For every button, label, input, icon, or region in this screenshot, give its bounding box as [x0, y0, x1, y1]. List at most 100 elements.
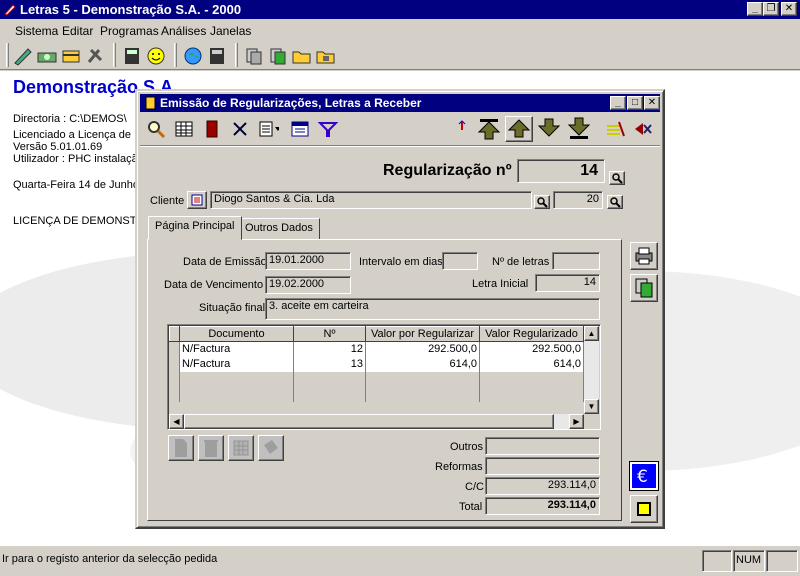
table-icon[interactable]: [173, 118, 195, 140]
yellow-square-button[interactable]: [630, 495, 658, 523]
globe-icon[interactable]: [182, 45, 204, 67]
menu-analises[interactable]: Análises: [161, 24, 206, 38]
euro-icon: €: [637, 467, 648, 487]
calendar-icon[interactable]: [289, 118, 311, 140]
cell-documento[interactable]: N/Factura: [179, 341, 294, 357]
status-bar: Ir para o registo anterior da selecção p…: [0, 548, 800, 576]
cliente-number-lookup-button[interactable]: [607, 195, 623, 209]
grid-select-button[interactable]: [228, 435, 254, 461]
menu-programas[interactable]: Programas: [100, 24, 159, 38]
previous-record-button[interactable]: [505, 116, 533, 142]
scroll-up-arrow-icon[interactable]: ▲: [584, 326, 599, 341]
last-record-icon: [567, 117, 591, 139]
delete-line-button[interactable]: [198, 435, 224, 461]
intervalo-label: Intervalo em dias: [359, 256, 443, 268]
column-valor-regularizado[interactable]: Valor Regularizado: [479, 326, 584, 342]
letra-inicial-label: Letra Inicial: [472, 278, 529, 290]
regularizacao-lookup-button[interactable]: [609, 171, 625, 185]
delete-icon[interactable]: [229, 118, 251, 140]
cliente-name-lookup-button[interactable]: [534, 195, 550, 209]
stripes-icon[interactable]: [604, 118, 626, 140]
pen-tool-icon[interactable]: [12, 45, 34, 67]
dialog-minimize-button[interactable]: _: [610, 96, 626, 110]
folder-open-icon[interactable]: [291, 45, 313, 67]
euro-button[interactable]: €: [629, 461, 659, 491]
dialog-title: Emissão de Regularizações, Letras a Rece…: [160, 96, 422, 110]
dialog-close-button[interactable]: ✕: [644, 96, 660, 110]
status-message: Ir para o registo anterior da selecção p…: [2, 553, 218, 565]
table-row[interactable]: N/Factura 13 614,0 614,0: [169, 356, 584, 372]
regularizacao-number-field[interactable]: 14: [517, 159, 605, 183]
restore-button[interactable]: ❐: [763, 2, 779, 16]
num-letras-field[interactable]: [552, 252, 600, 270]
smiley-icon[interactable]: [145, 45, 167, 67]
horizontal-scrollbar[interactable]: ◀ ▶: [169, 414, 584, 429]
scroll-left-arrow-icon[interactable]: ◀: [169, 414, 184, 429]
data-vencimento-field[interactable]: 19.02.2000: [265, 276, 351, 294]
cliente-list-button[interactable]: [187, 191, 207, 209]
cell-valor-regularizado[interactable]: 614,0: [479, 356, 584, 372]
filter-icon[interactable]: [317, 118, 339, 140]
tab-outros-dados[interactable]: Outros Dados: [238, 218, 320, 240]
trash-icon: [204, 440, 218, 457]
cliente-name-field[interactable]: Diogo Santos & Cia. Lda: [210, 191, 532, 209]
cell-documento[interactable]: N/Factura: [179, 356, 294, 372]
column-documento[interactable]: Documento: [179, 326, 294, 342]
calculator2-icon[interactable]: [206, 45, 228, 67]
cell-numero[interactable]: 13: [293, 356, 366, 372]
regularizacao-dialog: Emissão de Regularizações, Letras a Rece…: [135, 89, 665, 529]
documents-icon[interactable]: [243, 45, 265, 67]
table-row-empty: [169, 386, 584, 402]
svg-text:€: €: [637, 467, 648, 487]
print-options-icon[interactable]: [257, 118, 279, 140]
column-valor-por-regularizar[interactable]: Valor por Regularizar: [365, 326, 480, 342]
menu-janelas[interactable]: Janelas: [210, 24, 251, 38]
close-button[interactable]: ✕: [781, 2, 797, 16]
cell-valor-regularizado[interactable]: 292.500,0: [479, 341, 584, 357]
print-button[interactable]: [630, 242, 658, 270]
scroll-right-arrow-icon[interactable]: ▶: [569, 414, 584, 429]
cell-valor-por-regularizar[interactable]: 614,0: [365, 356, 480, 372]
cell-valor-por-regularizar[interactable]: 292.500,0: [365, 341, 480, 357]
menu-editar[interactable]: Editar: [62, 24, 93, 38]
vertical-scrollbar[interactable]: ▲ ▼: [584, 326, 599, 414]
minimize-button[interactable]: _: [747, 2, 763, 16]
calculator-icon[interactable]: [121, 45, 143, 67]
magnifier-icon: [537, 197, 548, 208]
column-numero[interactable]: Nº: [293, 326, 366, 342]
tab-pagina-principal[interactable]: Página Principal: [148, 216, 242, 240]
exit-icon[interactable]: [632, 118, 654, 140]
search-icon[interactable]: [145, 118, 167, 140]
table-row[interactable]: N/Factura 12 292.500,0 292.500,0: [169, 341, 584, 357]
tools-icon[interactable]: [84, 45, 106, 67]
last-record-button[interactable]: [565, 116, 593, 142]
data-vencimento-label: Data de Vencimento: [164, 279, 264, 291]
scroll-down-arrow-icon[interactable]: ▼: [584, 399, 599, 414]
scroll-thumb[interactable]: [184, 414, 554, 429]
book-icon[interactable]: [201, 118, 223, 140]
row-selector[interactable]: [169, 356, 180, 372]
cliente-number-field[interactable]: 20: [553, 191, 603, 209]
intervalo-field[interactable]: [442, 252, 478, 270]
dialog-maximize-button[interactable]: □: [627, 96, 643, 110]
documents-button[interactable]: [630, 274, 658, 302]
documents-green-icon[interactable]: [267, 45, 289, 67]
first-record-button[interactable]: [475, 116, 503, 142]
cell-numero[interactable]: 12: [293, 341, 366, 357]
row-selector[interactable]: [169, 341, 180, 357]
magnifier-icon: [612, 173, 623, 184]
dialog-title-bar: Emissão de Regularizações, Letras a Rece…: [140, 94, 660, 112]
card-icon[interactable]: [60, 45, 82, 67]
folder-lock-icon[interactable]: [315, 45, 337, 67]
info-licenciado: Licenciado a Licença de: [13, 129, 132, 141]
letra-inicial-field[interactable]: 14: [535, 274, 600, 292]
money-icon[interactable]: [36, 45, 58, 67]
info-directoria: Directoria : C:\DEMOS\: [13, 113, 127, 125]
situacao-field[interactable]: 3. aceite em carteira: [265, 298, 600, 320]
next-record-button[interactable]: [535, 116, 563, 142]
magnifier-icon: [610, 197, 621, 208]
menu-sistema[interactable]: Sistema: [15, 24, 58, 38]
fill-button[interactable]: [258, 435, 284, 461]
data-emissao-field[interactable]: 19.01.2000: [265, 252, 351, 270]
new-line-button[interactable]: [168, 435, 194, 461]
